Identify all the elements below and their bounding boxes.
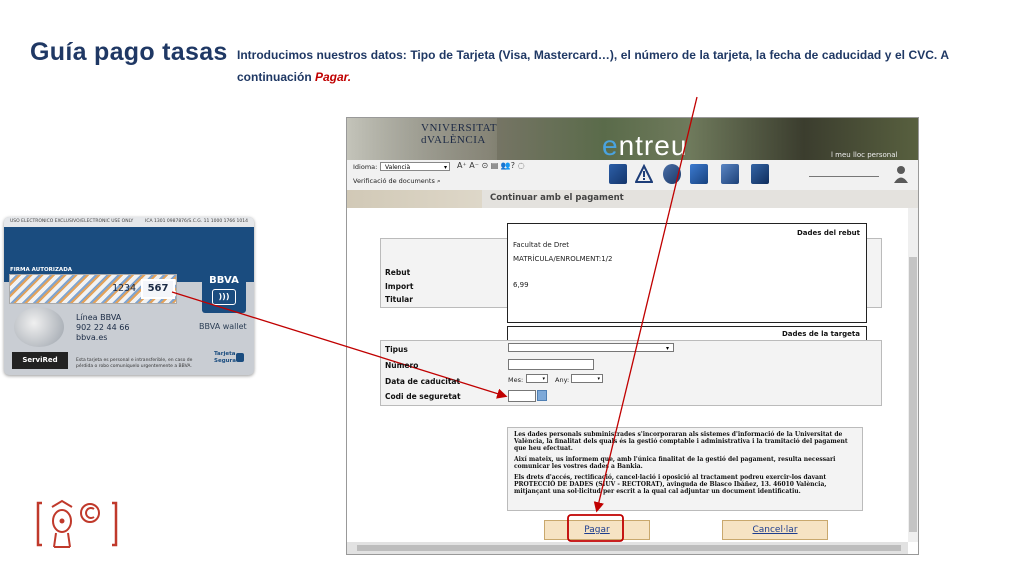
browser-screenshot: VNIVERSITAT dVALÈNCIA entreu l meu lloc … <box>346 117 919 555</box>
card-linea-info: Línea BBVA 902 22 44 66 bbva.es <box>76 313 129 343</box>
card-linea-site: bbva.es <box>76 333 108 342</box>
verificacio-label: Verificació de documents <box>353 177 435 185</box>
label-data-caducitat: Data de caducitat <box>385 377 461 386</box>
label-import: Import <box>385 282 414 291</box>
intro-pagar-highlight: Pagar. <box>315 70 352 84</box>
privacy-paragraph-1: Les dades personals subministrades s'inc… <box>514 431 848 452</box>
label-titular: Titular <box>385 295 413 304</box>
chevron-down-icon: ▾ <box>597 376 600 382</box>
card-secure-text: Tarjeta Segura <box>214 351 236 365</box>
horizontal-scroll-thumb[interactable] <box>357 545 901 551</box>
header-banner: VNIVERSITAT dVALÈNCIA entreu l meu lloc … <box>347 118 918 162</box>
rebut-title: Dades del rebut <box>796 229 860 237</box>
pagar-button[interactable]: Pagar <box>544 520 650 540</box>
idioma-value: Valencià <box>385 164 411 171</box>
rebut-import-value: 6,99 <box>513 281 529 289</box>
magnifier-icon: ⌕ <box>436 177 441 185</box>
targeta-title: Dades de la targeta <box>781 330 860 338</box>
chevron-down-icon: ▾ <box>443 164 447 171</box>
cvc-input[interactable] <box>508 390 536 402</box>
app-logo: entreu <box>602 130 687 162</box>
cancel-button[interactable]: Cancel·lar <box>722 520 828 540</box>
idioma-select[interactable]: Valencià ▾ <box>380 162 450 171</box>
servired-logo: ServiRed <box>12 352 68 369</box>
user-icon[interactable] <box>893 164 909 184</box>
documents-icon[interactable] <box>690 164 708 184</box>
intro-text: Introducimos nuestros datos: Tipo de Tar… <box>237 44 949 88</box>
university-name: VNIVERSITAT dVALÈNCIA <box>421 122 497 146</box>
horizontal-scrollbar[interactable] <box>347 542 908 554</box>
verificacio-link[interactable]: Verificació de documents ⌕ <box>353 177 441 186</box>
book-icon[interactable] <box>609 164 627 184</box>
card-secure-line2: Segura <box>214 358 236 364</box>
card-linea-phone: 902 22 44 66 <box>76 323 130 332</box>
lock-icon <box>236 353 244 362</box>
card-brand-text: BBVA <box>209 275 239 286</box>
card-type-select[interactable]: ▾ <box>508 343 674 352</box>
card-linea-title: Línea BBVA <box>76 313 122 322</box>
contactless-icon: ))) <box>212 289 236 305</box>
text-size-tools[interactable]: A⁺ A⁻ ⊙ ▤ 👥? ◌ <box>457 161 525 170</box>
chevron-down-icon: ▾ <box>665 345 669 352</box>
idioma-label: Idioma: <box>353 163 378 171</box>
card-number-input[interactable] <box>508 359 594 370</box>
university-seal <box>347 190 482 208</box>
hologram-icon <box>14 307 64 347</box>
chevron-down-icon: ▾ <box>542 376 545 382</box>
mes-label: Mes: <box>508 376 524 384</box>
label-numero: Número <box>385 361 419 370</box>
university-line1: VNIVERSITAT <box>421 122 498 134</box>
card-secure-line1: Tarjeta <box>214 351 236 357</box>
card-top-right-text: ICA 1301 0987876/S.C.G. 11 1000 1766 101… <box>145 219 248 224</box>
card-cvc-highlight: 567 <box>141 279 175 299</box>
label-rebut: Rebut <box>385 268 411 277</box>
targeta-title-box: Dades de la targeta <box>507 326 867 341</box>
app-logo-rest: ntreu <box>618 130 688 161</box>
expiry-month-select[interactable]: ▾ <box>526 374 548 383</box>
card-fine-print: Esta tarjeta es personal e intransferibl… <box>76 358 193 369</box>
label-tipus: Tipus <box>385 345 408 354</box>
expiry-year-select[interactable]: ▾ <box>571 374 603 383</box>
university-line2: dVALÈNCIA <box>421 134 486 146</box>
app-logo-first: e <box>602 130 619 161</box>
settings-icon[interactable] <box>663 164 681 184</box>
vertical-scrollbar[interactable] <box>908 208 918 542</box>
exit-icon[interactable] <box>721 164 739 184</box>
card-top-left-text: USO ELECTRONICO EXCLUSIVO/ELECTRONIC USE… <box>10 219 134 224</box>
privacy-notice: Les dades personals subministrades s'inc… <box>507 427 863 511</box>
card-number-fragment: 1234 <box>112 283 137 294</box>
section-title: Continuar amb el pagament <box>490 193 624 203</box>
section-header: Continuar amb el pagament <box>347 190 918 209</box>
privacy-paragraph-3: Els drets d'accés, rectificació, cancel·… <box>514 474 827 495</box>
card-wallet-text: BBVA wallet <box>199 322 247 331</box>
card-bbva-logo: BBVA ))) <box>202 275 246 313</box>
label-codi-seguretat: Codi de seguretat <box>385 392 461 401</box>
rebut-matricula: MATRÍCULA/ENROLMENT:1/2 <box>513 255 613 263</box>
slide-title: Guía pago tasas <box>30 38 228 66</box>
privacy-paragraph-2: Així mateix, us informem que, amb l'únic… <box>514 456 836 470</box>
rebut-facultat: Facultat de Dret <box>513 241 570 249</box>
card-signature-label: FIRMA AUTORIZADA <box>10 267 73 273</box>
toolbar: Idioma: Valencià ▾ A⁺ A⁻ ⊙ ▤ 👥? ◌ Verific… <box>347 160 918 191</box>
logo-icon <box>36 499 118 548</box>
vertical-scroll-thumb[interactable] <box>909 257 917 532</box>
cvc-help-icon[interactable] <box>537 390 547 401</box>
card-back-image: USO ELECTRONICO EXCLUSIVO/ELECTRONIC USE… <box>4 217 254 375</box>
warning-icon[interactable] <box>635 164 653 184</box>
any-label: Any: <box>555 376 570 384</box>
card-top-strip: USO ELECTRONICO EXCLUSIVO/ELECTRONIC USE… <box>4 217 254 227</box>
payment-form: Dades del rebut Facultat de Dret MATRÍCU… <box>347 208 908 542</box>
toolbar-divider <box>809 176 879 177</box>
rebut-box: Dades del rebut Facultat de Dret MATRÍCU… <box>507 223 867 323</box>
app-tagline: l meu lloc personal <box>831 151 898 159</box>
user-doc-icon[interactable] <box>751 164 769 184</box>
